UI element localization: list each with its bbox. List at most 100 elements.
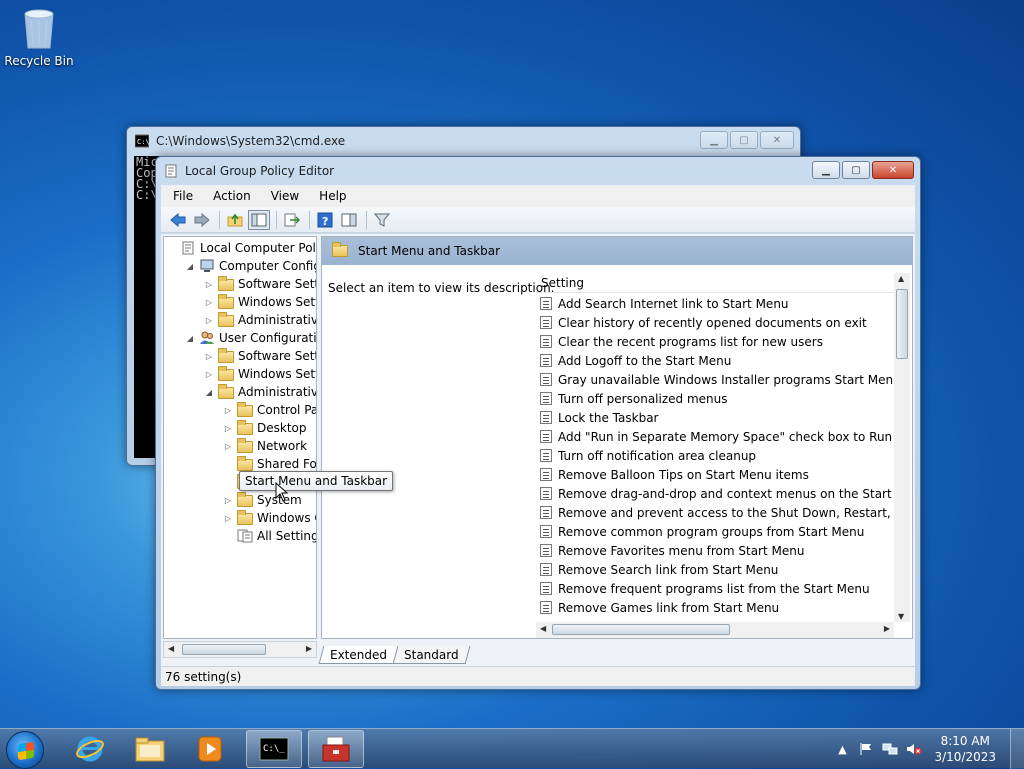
cmd-minimize-button[interactable]: ▁ [700,131,728,149]
tree-item[interactable]: ▷ Desktop [223,419,307,437]
help-button[interactable]: ? [314,210,336,230]
tree-expander-icon[interactable]: ▷ [204,370,214,379]
scroll-right-arrow-icon[interactable]: ▶ [884,624,890,633]
scroll-up-arrow-icon[interactable]: ▲ [898,274,904,283]
tree-item[interactable]: ▷ Windows Setting [204,293,316,311]
gpe-minimize-button[interactable]: ▁ [812,161,840,179]
setting-row[interactable]: Turn off personalized menus [536,389,894,408]
setting-row[interactable]: Clear the recent programs list for new u… [536,332,894,351]
list-vertical-scrollbar[interactable]: ▲ ▼ [894,273,910,622]
back-button[interactable] [167,210,189,230]
tree-item-label: Desktop [257,421,307,435]
setting-row[interactable]: Remove frequent programs list from the S… [536,579,894,598]
tree-expander-icon[interactable]: ▷ [223,406,233,415]
show-hide-tree-button[interactable] [248,209,270,230]
tree-scroll-thumb[interactable] [182,644,266,655]
tree-expander-icon[interactable]: ▷ [223,442,233,451]
scroll-right-arrow-icon[interactable]: ▶ [306,644,312,653]
setting-row[interactable]: Add "Run in Separate Memory Space" check… [536,427,894,446]
taskbar-group-policy-editor[interactable] [308,730,364,768]
tree-item[interactable]: ▷ Network [223,437,307,455]
gpe-maximize-button[interactable]: ▢ [842,161,870,179]
setting-row[interactable]: Remove and prevent access to the Shut Do… [536,503,894,522]
recycle-bin-desktop-icon[interactable]: Recycle Bin [4,6,74,68]
tree-item[interactable]: ◢ Administrative Te [204,383,316,401]
setting-row[interactable]: Remove common program groups from Start … [536,522,894,541]
export-list-button[interactable] [281,210,303,230]
tree-item[interactable]: Local Computer Policy [166,239,316,257]
volume-muted-icon[interactable] [906,741,922,757]
tree-expander-icon[interactable]: ◢ [185,262,195,271]
tree-item[interactable]: ◢ Computer Configura [185,257,316,275]
tree-expander-icon[interactable]: ▷ [223,514,233,523]
tree-item[interactable]: ▷ Software Settings [204,275,316,293]
tree-item[interactable]: ◢ User Configuration [185,329,316,347]
setting-row[interactable]: Add Search Internet link to Start Menu [536,294,894,313]
menu-view[interactable]: View [271,189,299,203]
up-one-level-button[interactable] [224,210,246,230]
menu-action[interactable]: Action [213,189,251,203]
setting-row[interactable]: Clear history of recently opened documen… [536,313,894,332]
tree-item[interactable]: ▷ Software Settings [204,347,316,365]
tree-item[interactable]: ▷ System [223,491,302,509]
menu-help[interactable]: Help [319,189,346,203]
folder-icon [237,492,253,507]
tree-expander-icon[interactable]: ◢ [204,388,214,397]
show-hide-action-pane-button[interactable] [338,210,360,230]
setting-row[interactable]: Turn off notification area cleanup [536,446,894,465]
tree-expander-icon[interactable]: ▷ [204,298,214,307]
tree-expander-icon[interactable]: ▷ [223,424,233,433]
gpe-window[interactable]: Local Group Policy Editor ▁ ▢ ✕ File Act… [155,156,921,690]
console-tree[interactable]: Local Computer Policy ◢ Computer Configura… [163,236,317,639]
taskbar-media-player[interactable] [182,730,238,768]
action-center-flag-icon[interactable] [858,741,874,757]
taskbar-internet-explorer[interactable] [62,730,118,768]
filter-button[interactable] [371,210,393,230]
tree-horizontal-scrollbar[interactable]: ◀ ▶ [163,641,317,658]
tree-expander-icon[interactable]: ▷ [223,496,233,505]
tree-item[interactable]: ▷ Control Panel [223,401,316,419]
forward-button[interactable] [191,210,213,230]
setting-row[interactable]: Remove Search link from Start Menu [536,560,894,579]
cmd-titlebar[interactable]: C:\ C:\Windows\System32\cmd.exe ▁ ▢ ✕ [127,127,800,155]
list-horizontal-scrollbar[interactable]: ◀ ▶ [536,622,894,638]
tab-extended[interactable]: Extended [318,646,399,664]
tree-expander-icon[interactable]: ▷ [204,280,214,289]
scroll-down-arrow-icon[interactable]: ▼ [898,612,904,621]
column-header-setting[interactable]: Setting [536,273,910,293]
cmd-title: C:\Windows\System32\cmd.exe [156,134,346,148]
policy-setting-icon [540,335,552,348]
scroll-left-arrow-icon[interactable]: ◀ [168,644,174,653]
system-clock[interactable]: 8:10 AM 3/10/2023 [934,733,996,765]
start-button[interactable] [6,731,44,769]
taskbar-windows-explorer[interactable] [122,730,178,768]
gpe-close-button[interactable]: ✕ [872,161,914,179]
tree-item[interactable]: ▷ Windows Cor [223,509,316,527]
taskbar-cmd[interactable]: C:\_ [246,730,302,768]
list-scroll-thumb[interactable] [896,289,908,359]
setting-row[interactable]: Remove Favorites menu from Start Menu [536,541,894,560]
scroll-left-arrow-icon[interactable]: ◀ [540,624,546,633]
cmd-maximize-button[interactable]: ▢ [730,131,758,149]
network-icon[interactable] [882,741,898,757]
gpe-titlebar[interactable]: Local Group Policy Editor ▁ ▢ ✕ [156,157,920,185]
tab-standard[interactable]: Standard [392,646,471,664]
setting-row[interactable]: Remove Balloon Tips on Start Menu items [536,465,894,484]
tree-expander-icon[interactable]: ◢ [185,334,195,343]
tree-expander-icon[interactable]: ▷ [204,316,214,325]
setting-row[interactable]: Add Logoff to the Start Menu [536,351,894,370]
cmd-close-button[interactable]: ✕ [760,131,794,149]
setting-row[interactable]: Remove drag-and-drop and context menus o… [536,484,894,503]
menu-file[interactable]: File [173,189,193,203]
setting-row[interactable]: Gray unavailable Windows Installer progr… [536,370,894,389]
tree-expander-icon[interactable]: ▷ [204,352,214,361]
setting-row[interactable]: Lock the Taskbar [536,408,894,427]
tree-item[interactable]: All Settings [223,527,316,545]
tree-item[interactable]: ▷ Administrative Te [204,311,316,329]
setting-row[interactable]: Remove Games link from Start Menu [536,598,894,617]
policy-setting-icon [540,506,552,519]
show-desktop-button[interactable] [1010,729,1024,769]
list-hscroll-thumb[interactable] [552,624,730,635]
show-hidden-icons-arrow-icon[interactable]: ▲ [834,741,850,757]
tree-item[interactable]: ▷ Windows Setting [204,365,316,383]
